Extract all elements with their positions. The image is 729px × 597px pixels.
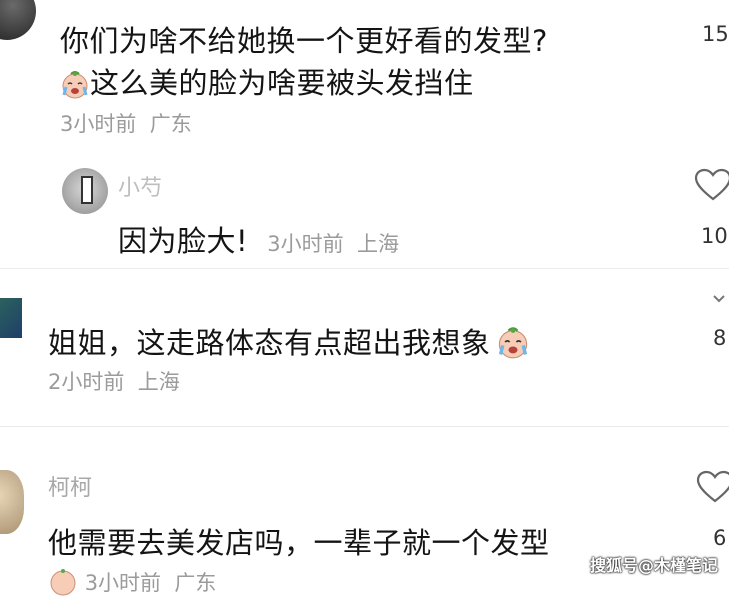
crying-face-emoji-icon [498, 327, 527, 359]
like-count: 10 [701, 224, 728, 248]
comment-location: 广东 [149, 112, 192, 136]
like-count: 8 [713, 326, 727, 350]
watermark: 搜狐号@木槿笔记 [590, 556, 719, 575]
avatar[interactable] [0, 470, 24, 534]
comment-text: 姐姐，这走路体态有点超出我想象 [48, 326, 491, 360]
divider [0, 426, 729, 427]
comment-time: 3小时前 [84, 571, 162, 595]
comment-text: 你们为啥不给她换一个更好看的发型? [60, 24, 548, 58]
comment-location: 广东 [174, 571, 217, 595]
comment-location: 上海 [356, 232, 399, 256]
crying-face-emoji-icon [50, 569, 76, 596]
divider [0, 268, 729, 269]
comment-meta: 3小时前 广东 [48, 566, 216, 597]
comment-text: 他需要去美发店吗，一辈子就一个发型 [48, 526, 550, 560]
crying-face-emoji-icon [62, 71, 88, 99]
comment-time: 2小时前 [48, 370, 125, 394]
avatar[interactable] [0, 0, 36, 40]
avatar[interactable] [0, 298, 22, 338]
comment-location: 上海 [137, 370, 180, 394]
username[interactable]: 柯柯 [48, 470, 92, 502]
like-count: 6 [713, 526, 727, 550]
avatar[interactable] [62, 168, 108, 214]
like-count: 15 [702, 22, 729, 46]
comment-time: 3小时前 [60, 112, 137, 136]
comment-text-line2: 这么美的脸为啥要被头发挡住 [60, 60, 474, 102]
comment-meta: 3小时前 广东 [60, 108, 192, 138]
heart-outline-icon[interactable] [694, 168, 729, 202]
comment-time: 3小时前 [267, 232, 344, 256]
heart-outline-icon[interactable] [696, 470, 729, 504]
reply-row: 因为脸大! 3小时前 上海 [118, 218, 399, 260]
comment-meta: 2小时前 上海 [48, 366, 180, 396]
username[interactable]: 小芍 [118, 170, 162, 202]
comment-text: 因为脸大! [118, 224, 249, 258]
chevron-down-icon[interactable] [712, 294, 726, 304]
comment-text-row: 姐姐，这走路体态有点超出我想象 [48, 320, 530, 362]
